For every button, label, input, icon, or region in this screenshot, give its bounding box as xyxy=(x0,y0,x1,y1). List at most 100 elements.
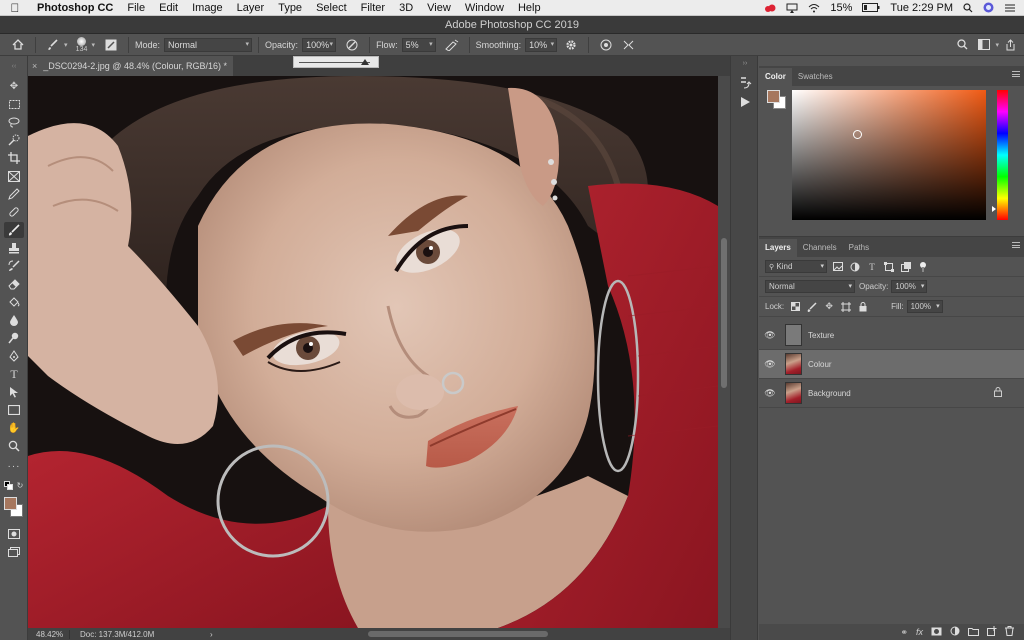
quick-mask-icon[interactable] xyxy=(4,526,24,542)
flow-slider-popup[interactable] xyxy=(293,56,379,68)
foreground-color-chip[interactable] xyxy=(767,90,780,103)
vertical-scrollbar-thumb[interactable] xyxy=(721,238,727,388)
type-tool-icon[interactable]: T xyxy=(4,366,24,382)
search-icon[interactable] xyxy=(954,37,970,53)
layer-row[interactable]: 👁 Background xyxy=(759,379,1024,408)
clone-stamp-tool-icon[interactable] xyxy=(4,240,24,256)
workspace-switcher-icon[interactable] xyxy=(976,37,992,53)
layer-opacity-field[interactable]: 100% ▾ xyxy=(891,280,928,293)
eye-icon[interactable]: 👁 xyxy=(759,388,781,399)
lasso-tool-icon[interactable] xyxy=(4,114,24,130)
apple-icon[interactable]:  xyxy=(0,1,30,15)
pressure-opacity-icon[interactable] xyxy=(344,37,360,53)
tab-paths[interactable]: Paths xyxy=(843,239,875,257)
zoom-level[interactable]: 48.42% xyxy=(28,629,70,639)
tab-swatches[interactable]: Swatches xyxy=(792,68,839,86)
vertical-scrollbar[interactable] xyxy=(718,76,730,628)
crop-tool-icon[interactable] xyxy=(4,150,24,166)
more-tools-icon[interactable]: ··· xyxy=(4,458,24,474)
add-mask-icon[interactable] xyxy=(931,627,942,638)
hue-slider[interactable] xyxy=(997,90,1008,220)
blur-tool-icon[interactable] xyxy=(4,312,24,328)
menu-app-name[interactable]: Photoshop CC xyxy=(30,2,120,14)
menu-help[interactable]: Help xyxy=(511,2,548,14)
menu-view[interactable]: View xyxy=(420,2,458,14)
filter-pixel-icon[interactable] xyxy=(832,261,844,273)
lock-artboard-icon[interactable] xyxy=(840,301,852,313)
link-layers-icon[interactable]: ⚭ xyxy=(900,627,908,638)
hand-tool-icon[interactable]: ✋ xyxy=(4,420,24,436)
path-selection-tool-icon[interactable] xyxy=(4,384,24,400)
history-panel-icon[interactable] xyxy=(737,76,753,92)
rectangle-tool-icon[interactable] xyxy=(4,402,24,418)
battery-icon[interactable] xyxy=(862,3,880,12)
zoom-tool-icon[interactable] xyxy=(4,438,24,454)
swap-colors-icon[interactable]: ↻ xyxy=(15,480,25,490)
frame-tool-icon[interactable] xyxy=(4,168,24,184)
tab-channels[interactable]: Channels xyxy=(797,239,843,257)
tab-color[interactable]: Color xyxy=(759,68,792,86)
chevron-down-icon[interactable]: ▾ xyxy=(92,41,96,49)
filter-adjustment-icon[interactable] xyxy=(849,261,861,273)
saturation-brightness-field[interactable] xyxy=(792,90,986,220)
menu-image[interactable]: Image xyxy=(185,2,230,14)
menu-type[interactable]: Type xyxy=(271,2,309,14)
layer-style-fx-icon[interactable]: fx xyxy=(916,627,923,637)
healing-brush-tool-icon[interactable] xyxy=(4,204,24,220)
panel-menu-icon[interactable] xyxy=(1012,71,1020,77)
share-icon[interactable] xyxy=(1002,37,1018,53)
flow-slider-track[interactable] xyxy=(299,62,370,63)
brush-settings-panel-icon[interactable] xyxy=(103,37,119,53)
menubar-clock[interactable]: Tue 2:29 PM xyxy=(890,2,953,14)
layer-row[interactable]: 👁 Texture xyxy=(759,321,1024,350)
document-tab[interactable]: × _DSC0294-2.jpg @ 48.4% (Colour, RGB/16)… xyxy=(28,56,233,76)
mode-select[interactable]: Normal ▾ xyxy=(164,37,253,52)
gear-icon[interactable] xyxy=(563,37,579,53)
pressure-size-icon[interactable] xyxy=(598,37,614,53)
airbrush-icon[interactable] xyxy=(444,37,460,53)
brush-preset-picker[interactable]: 134 xyxy=(72,36,92,53)
lock-position-icon[interactable]: ✥ xyxy=(823,301,835,313)
close-icon[interactable]: × xyxy=(32,61,37,71)
color-picker-ring[interactable] xyxy=(853,130,862,139)
new-layer-icon[interactable] xyxy=(987,626,997,638)
dock-collapse-icon[interactable]: ›› xyxy=(737,60,753,76)
lock-all-icon[interactable] xyxy=(857,301,869,313)
marquee-tool-icon[interactable] xyxy=(4,96,24,112)
screen-mode-icon[interactable] xyxy=(4,544,24,560)
symmetry-icon[interactable] xyxy=(620,37,636,53)
new-group-icon[interactable] xyxy=(968,627,979,638)
flow-field[interactable]: 5% ▾ xyxy=(401,37,436,52)
tab-layers[interactable]: Layers xyxy=(759,239,797,257)
dodge-tool-icon[interactable] xyxy=(4,330,24,346)
menu-window[interactable]: Window xyxy=(458,2,511,14)
filter-type-icon[interactable]: T xyxy=(866,261,878,273)
horizontal-scrollbar-thumb[interactable] xyxy=(368,631,548,637)
move-tool-icon[interactable]: ✥ xyxy=(4,78,24,94)
chevron-right-icon[interactable]: › xyxy=(210,630,226,639)
menu-filter[interactable]: Filter xyxy=(354,2,392,14)
foreground-color-swatch[interactable] xyxy=(4,497,17,510)
eyedropper-tool-icon[interactable] xyxy=(4,186,24,202)
history-brush-tool-icon[interactable] xyxy=(4,258,24,274)
pen-tool-icon[interactable] xyxy=(4,348,24,364)
brush-tool-icon[interactable] xyxy=(45,37,61,53)
delete-layer-icon[interactable] xyxy=(1005,626,1014,638)
hue-slider-pointer[interactable] xyxy=(992,206,996,212)
layer-row[interactable]: 👁 Colour xyxy=(759,350,1024,379)
quick-selection-tool-icon[interactable] xyxy=(4,132,24,148)
opacity-field[interactable]: 100% ▾ xyxy=(302,37,337,52)
menu-layer[interactable]: Layer xyxy=(230,2,272,14)
spotlight-search-icon[interactable] xyxy=(963,2,973,13)
smoothing-field[interactable]: 10% ▾ xyxy=(525,37,558,52)
eye-icon[interactable]: 👁 xyxy=(759,359,781,370)
eye-icon[interactable]: 👁 xyxy=(759,330,781,341)
filter-toggle-icon[interactable] xyxy=(917,261,929,273)
fill-field[interactable]: 100% ▾ xyxy=(906,300,943,313)
creative-cloud-icon[interactable] xyxy=(764,3,776,13)
chevron-down-icon[interactable]: ▾ xyxy=(995,41,999,49)
notification-center-icon[interactable] xyxy=(1004,3,1016,13)
toolbar-collapse-icon[interactable]: ‹‹ xyxy=(4,62,24,70)
chevron-down-icon[interactable]: ▾ xyxy=(64,41,68,49)
blend-mode-select[interactable]: Normal ▾ xyxy=(765,280,855,293)
